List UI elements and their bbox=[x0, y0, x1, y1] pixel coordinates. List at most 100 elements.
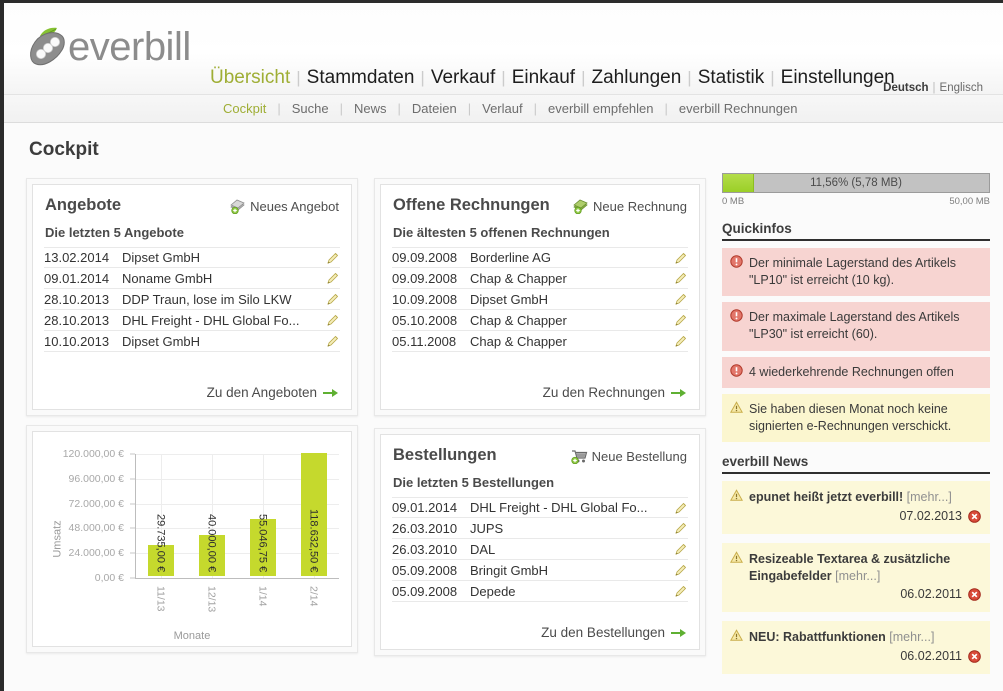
news-date: 06.02.2011 bbox=[900, 648, 962, 663]
row-name: DDP Traun, lose im Silo LKW bbox=[122, 291, 292, 307]
angebote-footer-link[interactable]: Zu den Angeboten bbox=[207, 385, 339, 400]
edit-pencil-icon[interactable] bbox=[670, 501, 688, 515]
new-order-label: Neue Bestellung bbox=[591, 449, 687, 464]
edit-pencil-icon[interactable] bbox=[670, 271, 688, 285]
list-item[interactable]: 26.03.2010 JUPS bbox=[392, 518, 688, 539]
new-order-cart-icon bbox=[570, 449, 588, 465]
language-english[interactable]: Englisch bbox=[940, 82, 983, 94]
row-date: 09.01.2014 bbox=[44, 270, 110, 286]
subnav-item-dateien[interactable]: Dateien bbox=[401, 101, 468, 116]
list-item[interactable]: 09.09.2008 Borderline AG bbox=[392, 247, 688, 268]
quickinfos-section: Quickinfos Der minimale Lagerstand des A… bbox=[722, 221, 990, 443]
delete-circle-icon[interactable] bbox=[968, 588, 981, 602]
bestellungen-header: Bestellungen Neue Bestellung bbox=[381, 435, 699, 465]
row-date: 26.03.2010 bbox=[392, 520, 458, 536]
row-date: 05.09.2008 bbox=[392, 562, 458, 578]
bestellungen-footer-label: Zu den Bestellungen bbox=[541, 625, 665, 640]
new-invoice-button[interactable]: Neue Rechnung bbox=[573, 196, 687, 215]
bestellungen-title: Bestellungen bbox=[393, 446, 497, 464]
language-separator: | bbox=[932, 82, 936, 94]
language-switcher: Deutsch | Englisch bbox=[883, 82, 983, 94]
nav-item-zahlungen[interactable]: Zahlungen bbox=[585, 67, 687, 88]
chart-y-tick-label: 0,00 € bbox=[94, 572, 124, 584]
error-circle-icon bbox=[730, 255, 743, 288]
edit-pencil-icon[interactable] bbox=[670, 251, 688, 265]
row-date: 10.09.2008 bbox=[392, 291, 458, 307]
delete-circle-icon[interactable] bbox=[968, 510, 981, 523]
edit-pencil-icon[interactable] bbox=[322, 292, 340, 306]
news-heading: everbill News bbox=[722, 454, 990, 475]
edit-pencil-icon[interactable] bbox=[322, 313, 340, 327]
quickinfo-text: Sie haben diesen Monat noch keine signie… bbox=[749, 402, 952, 433]
subnav-item-cockpit[interactable]: Cockpit bbox=[212, 101, 277, 116]
nav-item-statistik[interactable]: Statistik bbox=[692, 67, 771, 88]
list-item[interactable]: 28.10.2013 DDP Traun, lose im Silo LKW bbox=[44, 289, 340, 310]
new-order-button[interactable]: Neue Bestellung bbox=[570, 446, 687, 465]
subnav-item-everbill-empfehlen[interactable]: everbill empfehlen bbox=[537, 101, 665, 116]
chart-y-tick-label: 120.000,00 € bbox=[62, 448, 124, 460]
news-more-link[interactable]: [mehr...] bbox=[835, 569, 880, 583]
list-item[interactable]: 05.09.2008 Bringit GmbH bbox=[392, 560, 688, 581]
chart-bar-data-label: 40.000,00 € bbox=[205, 513, 218, 572]
edit-pencil-icon[interactable] bbox=[670, 313, 688, 327]
offene-rechnungen-footer-link[interactable]: Zu den Rechnungen bbox=[543, 385, 687, 400]
edit-pencil-icon[interactable] bbox=[670, 334, 688, 348]
storage-usage: 11,56% (5,78 MB) 0 MB 50,00 MB bbox=[722, 173, 990, 207]
edit-pencil-icon[interactable] bbox=[670, 563, 688, 577]
news-more-link[interactable]: [mehr...] bbox=[889, 630, 934, 644]
news-date: 07.02.2013 bbox=[899, 509, 962, 524]
row-name: Bringit GmbH bbox=[470, 562, 549, 578]
nav-item-uebersicht[interactable]: Übersicht bbox=[204, 67, 296, 88]
edit-pencil-icon[interactable] bbox=[322, 334, 340, 348]
nav-item-stammdaten[interactable]: Stammdaten bbox=[301, 67, 421, 88]
angebote-subtitle: Die letzten 5 Angebote bbox=[45, 225, 184, 240]
subnav-item-everbill-rechnungen[interactable]: everbill Rechnungen bbox=[668, 101, 809, 116]
news-title[interactable]: NEU: Rabattfunktionen bbox=[749, 630, 886, 644]
edit-pencil-icon[interactable] bbox=[670, 521, 688, 535]
bestellungen-footer-link[interactable]: Zu den Bestellungen bbox=[541, 625, 687, 640]
sub-navigation: Cockpit | Suche | News | Dateien | Verlauf | everb… bbox=[4, 95, 1003, 123]
revenue-bar-chart: Umsatz Monate 0,00 € 24.000,00 € 48.000,00… bbox=[33, 432, 351, 646]
row-date: 05.11.2008 bbox=[392, 333, 457, 349]
quickinfo-text: Der maximale Lagerstand des Artikels "LP… bbox=[749, 310, 960, 341]
new-offer-button[interactable]: Neues Angebot bbox=[230, 196, 339, 215]
revenue-chart-panel: Umsatz Monate 0,00 € 24.000,00 € 48.000,00… bbox=[26, 425, 358, 653]
edit-pencil-icon[interactable] bbox=[670, 292, 688, 306]
nav-item-einstellungen[interactable]: Einstellungen bbox=[775, 67, 901, 88]
row-date: 28.10.2013 bbox=[44, 312, 110, 328]
list-item[interactable]: 13.02.2014 Dipset GmbH bbox=[44, 247, 340, 268]
list-item[interactable]: 09.01.2014 DHL Freight - DHL Global Fo..… bbox=[392, 497, 688, 518]
warning-triangle-icon bbox=[729, 551, 744, 585]
subnav-item-verlauf[interactable]: Verlauf bbox=[471, 101, 533, 116]
news-item: NEU: Rabattfunktionen [mehr...] 06.02.20… bbox=[722, 621, 990, 674]
bestellungen-panel: Bestellungen Neue Bestellung Die letzten… bbox=[374, 428, 706, 656]
delete-circle-icon[interactable] bbox=[968, 649, 981, 663]
row-name: Depede bbox=[470, 583, 516, 599]
brand-logo[interactable]: everbill bbox=[26, 21, 191, 73]
news-item: Resizeable Textarea & zusätzliche Eingab… bbox=[722, 542, 990, 613]
list-item[interactable]: 10.10.2013 Dipset GmbH bbox=[44, 331, 340, 352]
list-item[interactable]: 05.11.2008 Chap & Chapper bbox=[392, 331, 688, 352]
list-item[interactable]: 10.09.2008 Dipset GmbH bbox=[392, 289, 688, 310]
nav-item-verkauf[interactable]: Verkauf bbox=[425, 67, 501, 88]
edit-pencil-icon[interactable] bbox=[322, 251, 340, 265]
subnav-item-suche[interactable]: Suche bbox=[281, 101, 340, 116]
edit-pencil-icon[interactable] bbox=[322, 271, 340, 285]
list-item[interactable]: 28.10.2013 DHL Freight - DHL Global Fo..… bbox=[44, 310, 340, 331]
list-item[interactable]: 26.03.2010 DAL bbox=[392, 539, 688, 560]
row-name: JUPS bbox=[470, 520, 504, 536]
nav-divider: | bbox=[770, 68, 775, 87]
main-navigation: Übersicht | Stammdaten | Verkauf | Einkauf | Zah… bbox=[204, 67, 901, 89]
nav-item-einkauf[interactable]: Einkauf bbox=[506, 67, 581, 88]
list-item[interactable]: 05.09.2008 Depede bbox=[392, 581, 688, 602]
news-title[interactable]: epunet heißt jetzt everbill! bbox=[749, 490, 903, 504]
list-item[interactable]: 09.09.2008 Chap & Chapper bbox=[392, 268, 688, 289]
list-item[interactable]: 09.01.2014 Noname GmbH bbox=[44, 268, 340, 289]
chart-y-tick-label: 48.000,00 € bbox=[68, 522, 124, 535]
edit-pencil-icon[interactable] bbox=[670, 542, 688, 556]
list-item[interactable]: 05.10.2008 Chap & Chapper bbox=[392, 310, 688, 331]
subnav-item-news[interactable]: News bbox=[343, 101, 398, 116]
news-more-link[interactable]: [mehr...] bbox=[907, 490, 952, 504]
edit-pencil-icon[interactable] bbox=[670, 584, 688, 598]
language-german[interactable]: Deutsch bbox=[883, 82, 928, 94]
